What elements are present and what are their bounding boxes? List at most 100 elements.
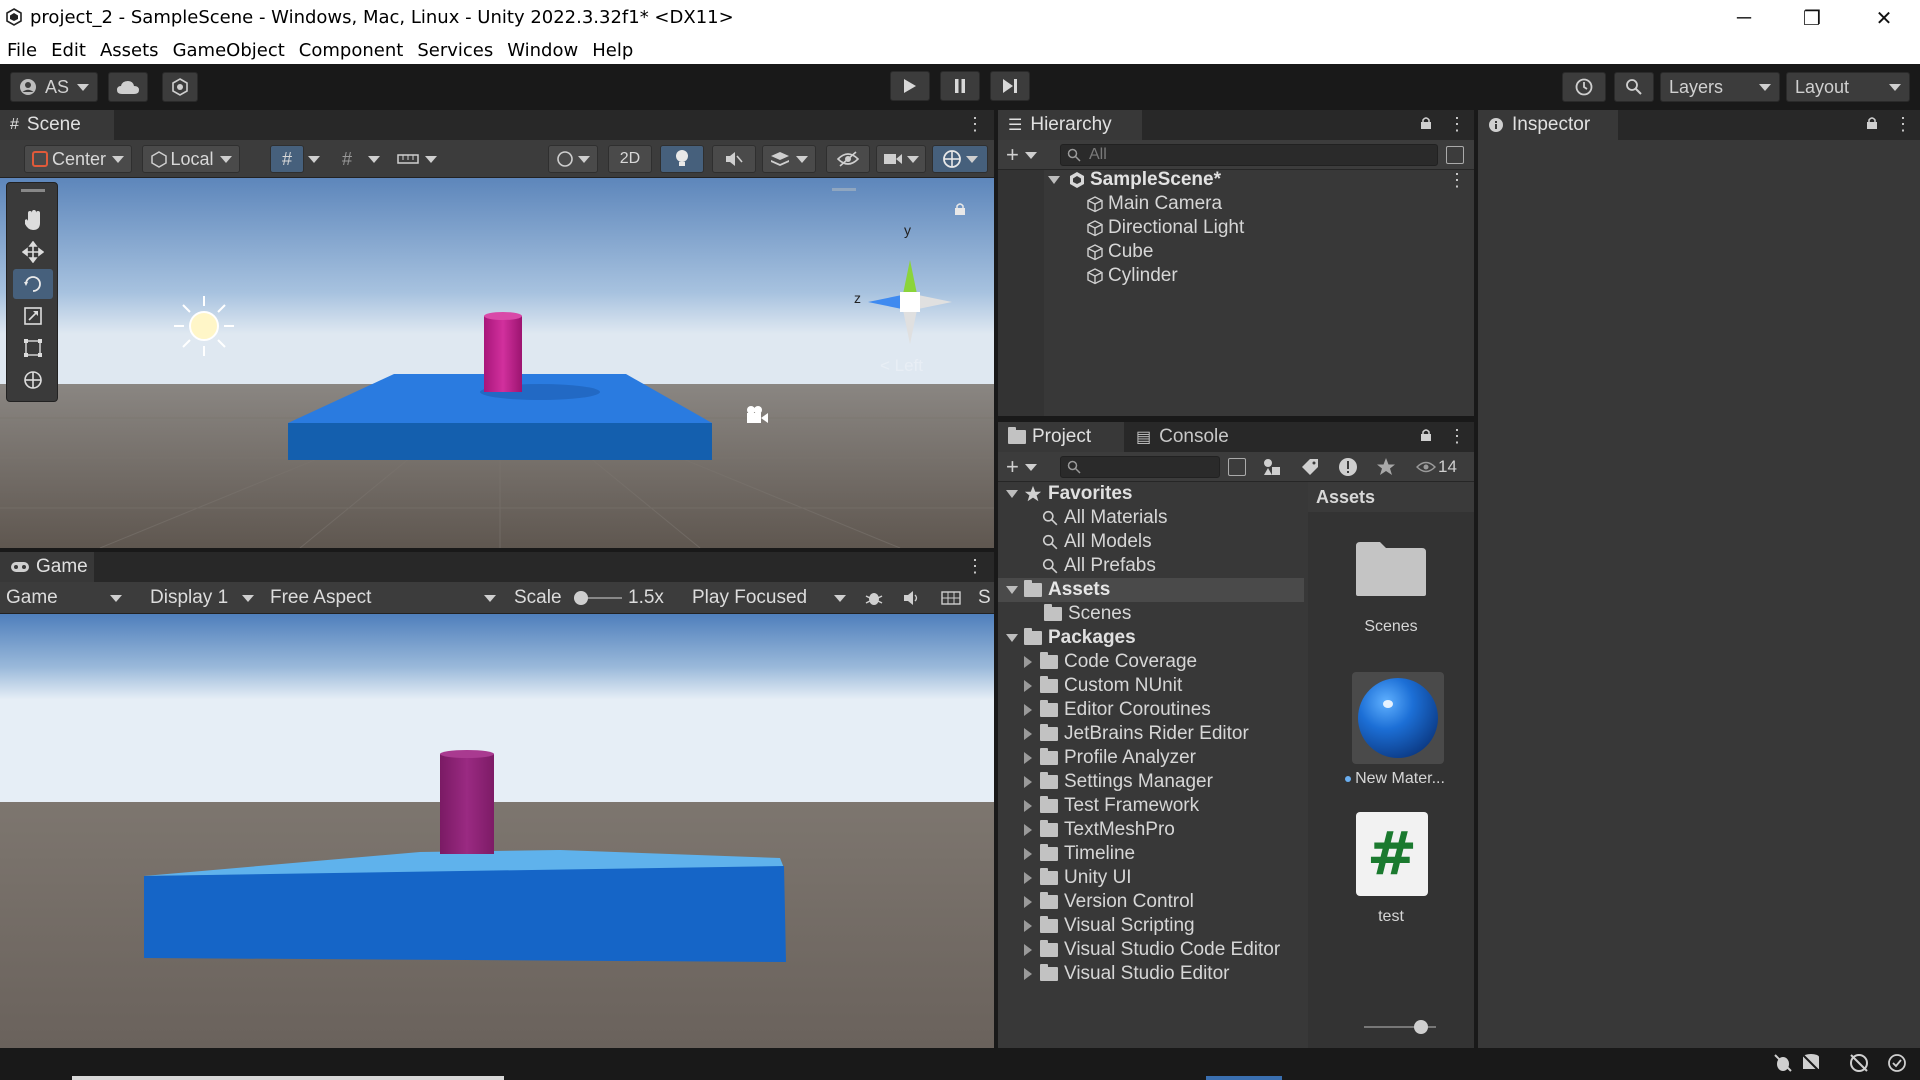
frame-debugger-toggle[interactable] [862, 582, 886, 614]
move-tool-button[interactable] [13, 237, 53, 267]
scene-row-menu-icon[interactable]: ⋮ [1448, 170, 1466, 191]
expand-right-icon[interactable] [1024, 896, 1032, 908]
hierarchy-lock-icon[interactable] [1420, 116, 1432, 130]
restore-button[interactable]: ❐ [1778, 0, 1846, 36]
expand-right-icon[interactable] [1024, 872, 1032, 884]
pivot-center-dropdown[interactable]: Center [24, 145, 132, 173]
grid-snap-toggle[interactable]: # [270, 145, 304, 173]
debug-mode-icon[interactable] [1772, 1052, 1794, 1074]
grid-options-dropdown[interactable] [304, 145, 324, 173]
increment-snap-toggle[interactable]: # [330, 145, 364, 173]
menu-file[interactable]: File [0, 40, 44, 61]
menu-edit[interactable]: Edit [44, 40, 93, 61]
cache-server-icon[interactable] [1800, 1052, 1822, 1074]
expand-down-icon[interactable] [1006, 634, 1018, 642]
scale-slider-thumb[interactable] [574, 591, 588, 605]
tab-project[interactable]: Project [998, 422, 1124, 452]
scene-visibility-icon[interactable] [1446, 146, 1464, 164]
history-button[interactable] [1562, 72, 1606, 102]
expand-right-icon[interactable] [1024, 800, 1032, 812]
favorite-item-all-materials[interactable]: All Materials [1042, 506, 1167, 530]
project-search-input[interactable] [1060, 456, 1220, 478]
scene-menu-icon[interactable]: ⋮ [966, 114, 984, 135]
search-window-icon[interactable] [1228, 458, 1246, 476]
favorite-item-all-models[interactable]: All Models [1042, 530, 1152, 554]
package-row[interactable]: Custom NUnit [1024, 674, 1182, 698]
assets-child-scenes[interactable]: Scenes [1044, 602, 1131, 626]
ruler-toggle[interactable] [392, 145, 442, 173]
hierarchy-item-cylinder[interactable]: Cylinder [1086, 264, 1178, 288]
step-button[interactable] [990, 71, 1030, 101]
aspect-dropdown[interactable]: Free Aspect [270, 582, 502, 614]
expand-right-icon[interactable] [1024, 680, 1032, 692]
hidden-objects-toggle[interactable] [826, 145, 870, 173]
tab-console[interactable]: ▤ Console [1126, 422, 1256, 452]
package-row[interactable]: Code Coverage [1024, 650, 1197, 674]
play-focus-dropdown[interactable]: Play Focused [692, 582, 852, 614]
filter-by-type-icon[interactable] [1262, 457, 1282, 477]
asset-item-new-material[interactable]: New Mater... [1332, 672, 1450, 792]
expand-right-icon[interactable] [1024, 968, 1032, 980]
package-row[interactable]: Editor Coroutines [1024, 698, 1211, 722]
expand-right-icon[interactable] [1024, 824, 1032, 836]
gizmos-dropdown[interactable] [932, 145, 988, 173]
stats-toggle[interactable] [938, 582, 964, 614]
display-dropdown[interactable]: Display 1 [150, 582, 260, 614]
expand-right-icon[interactable] [1024, 776, 1032, 788]
menu-component[interactable]: Component [292, 40, 411, 61]
package-row[interactable]: Visual Studio Editor [1024, 962, 1229, 986]
hierarchy-search-input[interactable]: All [1060, 144, 1438, 166]
expand-right-icon[interactable] [1024, 704, 1032, 716]
tab-game[interactable]: Game [0, 552, 94, 582]
auto-generate-lighting-icon[interactable] [1848, 1052, 1870, 1074]
shading-mode-dropdown[interactable] [548, 145, 598, 173]
game-view-dropdown[interactable]: Game [6, 582, 130, 614]
inspector-menu-icon[interactable]: ⋮ [1894, 114, 1912, 135]
lighting-toggle[interactable] [660, 145, 704, 173]
package-row[interactable]: Unity UI [1024, 866, 1132, 890]
expand-right-icon[interactable] [1024, 848, 1032, 860]
layout-dropdown[interactable]: Layout [1786, 72, 1910, 102]
tab-scene[interactable]: # Scene [0, 110, 114, 140]
camera-settings-dropdown[interactable] [876, 145, 926, 173]
package-row[interactable]: Settings Manager [1024, 770, 1213, 794]
layers-dropdown[interactable]: Layers [1660, 72, 1780, 102]
audio-toggle[interactable] [712, 145, 756, 173]
filter-by-label-icon[interactable] [1300, 457, 1320, 477]
asset-item-scenes[interactable]: Scenes [1332, 530, 1450, 640]
menu-window[interactable]: Window [500, 40, 585, 61]
hidden-packages-toggle[interactable]: 14 [1416, 456, 1457, 478]
package-row[interactable]: TextMeshPro [1024, 818, 1175, 842]
account-dropdown[interactable]: AS [10, 72, 98, 102]
menu-services[interactable]: Services [410, 40, 500, 61]
expand-right-icon[interactable] [1024, 920, 1032, 932]
rect-tool-button[interactable] [13, 333, 53, 363]
icon-size-slider-thumb[interactable] [1414, 1020, 1428, 1034]
tab-hierarchy[interactable]: ☰ Hierarchy [998, 110, 1142, 140]
rotate-tool-button[interactable] [13, 269, 53, 299]
tab-inspector[interactable]: Inspector [1478, 110, 1618, 140]
package-row[interactable]: JetBrains Rider Editor [1024, 722, 1249, 746]
inspector-lock-icon[interactable] [1866, 116, 1878, 130]
minimize-button[interactable]: ─ [1710, 0, 1778, 36]
package-row[interactable]: Version Control [1024, 890, 1194, 914]
log-types-icon[interactable] [1338, 457, 1358, 477]
cloud-button[interactable] [108, 72, 148, 102]
assets-folder-row[interactable]: Assets [998, 578, 1304, 602]
effects-dropdown[interactable] [762, 145, 816, 173]
expand-right-icon[interactable] [1024, 728, 1032, 740]
package-row[interactable]: Timeline [1024, 842, 1135, 866]
menu-assets[interactable]: Assets [93, 40, 166, 61]
overlay-drag-handle[interactable] [21, 189, 45, 192]
favorites-row[interactable]: Favorites [1006, 482, 1132, 506]
expand-down-icon[interactable] [1006, 490, 1018, 498]
scene-root-row[interactable]: SampleScene* [1048, 168, 1474, 192]
menu-help[interactable]: Help [585, 40, 640, 61]
mode-2d-toggle[interactable]: 2D [608, 145, 652, 173]
hand-tool-button[interactable] [13, 205, 53, 235]
gizmos-truncated-label[interactable]: S [978, 582, 991, 614]
favorite-star-icon[interactable] [1376, 457, 1396, 477]
pause-button[interactable] [940, 71, 980, 101]
play-button[interactable] [890, 71, 930, 101]
hierarchy-item-main-camera[interactable]: Main Camera [1086, 192, 1222, 216]
